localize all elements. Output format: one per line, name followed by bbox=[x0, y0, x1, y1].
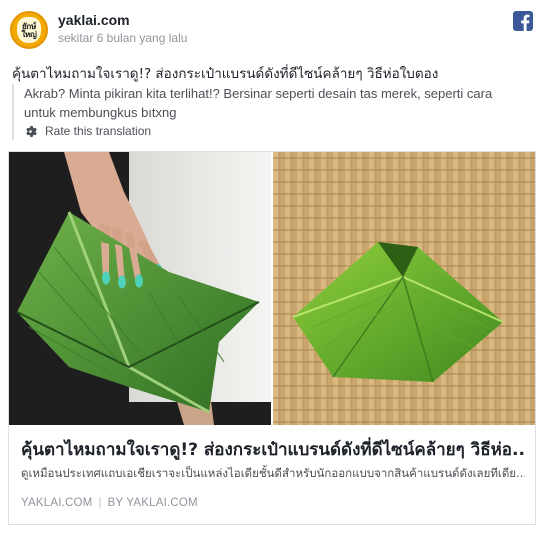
link-title[interactable]: คุ้นตาไหมถามใจเราดู!? ส่องกระเป๋าแบรนด์ด… bbox=[21, 436, 525, 463]
meta-separator: | bbox=[98, 497, 102, 509]
post-header: ยักษ์ ใหญ่ yaklai.com sekitar 6 bulan yan… bbox=[8, 8, 535, 52]
clutch-bag-photo bbox=[9, 152, 271, 425]
gear-icon bbox=[26, 125, 37, 137]
by-label: BY bbox=[107, 497, 124, 509]
translation-text: Akrab? Minta pikiran kita terlihat!? Ber… bbox=[24, 86, 493, 120]
post-message: คุ้นตาไหมถามใจเราดู!? ส่องกระเป๋าแบรนด์ด… bbox=[12, 66, 439, 82]
facebook-icon[interactable] bbox=[513, 11, 533, 31]
translation-block: Akrab? Minta pikiran kita terlihat!? Ber… bbox=[12, 84, 532, 140]
link-preview-card[interactable]: คุ้นตาไหมถามใจเราดู!? ส่องกระเป๋าแบรนด์ด… bbox=[8, 151, 536, 525]
author-link[interactable]: YAKLAI.COM bbox=[126, 497, 197, 509]
page-name-link[interactable]: yaklai.com bbox=[58, 12, 130, 28]
page-avatar[interactable]: ยักษ์ ใหญ่ bbox=[10, 11, 48, 49]
avatar-logo-text: ยักษ์ ใหญ่ bbox=[21, 22, 37, 39]
link-meta: YAKLAI.COM | BY YAKLAI.COM bbox=[21, 497, 198, 509]
post-timestamp[interactable]: sekitar 6 bulan yang lalu bbox=[58, 31, 187, 45]
rate-translation-link[interactable]: Rate this translation bbox=[45, 124, 151, 138]
rate-translation-row[interactable]: Rate this translation bbox=[24, 123, 151, 139]
banana-leaf-wrap-photo bbox=[273, 152, 535, 425]
link-description: ดูเหมือนประเทศแถบเอเชียเราจะเป็นแหล่งไอเ… bbox=[21, 466, 525, 480]
link-preview-image[interactable] bbox=[9, 152, 535, 425]
link-domain: YAKLAI.COM bbox=[21, 497, 93, 509]
